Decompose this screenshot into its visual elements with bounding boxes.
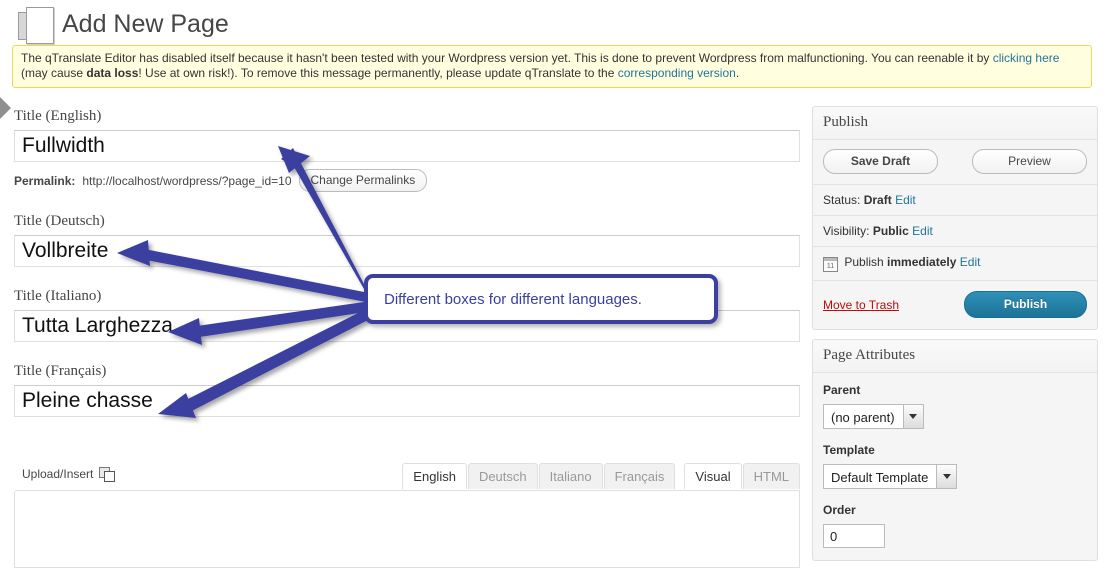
- tab-francais[interactable]: Français: [603, 463, 676, 489]
- notice-text-4: .: [735, 66, 740, 80]
- publish-metabox: Publish Save Draft Preview Status: Draft…: [812, 106, 1098, 330]
- content-editor-area[interactable]: [14, 490, 800, 568]
- editor-toolbar-row: Upload/Insert English Deutsch Italiano F…: [14, 463, 800, 491]
- chevron-down-icon: [936, 465, 957, 488]
- visibility-label: Visibility:: [823, 224, 870, 238]
- visibility-value: Public: [872, 224, 909, 238]
- tab-italiano[interactable]: Italiano: [538, 463, 603, 489]
- publish-metabox-heading: Publish: [813, 107, 1097, 140]
- publish-footer-row: Move to Trash Publish: [813, 281, 1097, 329]
- parent-select[interactable]: (no parent): [823, 404, 924, 429]
- page-attributes-body: Parent (no parent) Template Default Temp…: [813, 373, 1097, 560]
- visibility-edit-link[interactable]: Edit: [912, 224, 933, 238]
- title-label-francais: Title (Français): [14, 363, 107, 379]
- visibility-row: Visibility: Public Edit: [813, 216, 1097, 247]
- title-input-francais[interactable]: [14, 385, 800, 417]
- title-input-english[interactable]: [14, 130, 800, 162]
- calendar-icon: 11: [823, 257, 838, 272]
- parent-select-value: (no parent): [831, 410, 895, 425]
- template-select-value: Default Template: [831, 470, 929, 485]
- data-loss-emphasis: data loss: [86, 66, 139, 80]
- permalink-label: Permalink:: [14, 173, 76, 188]
- clicking-here-link[interactable]: clicking here: [993, 51, 1060, 65]
- page-attributes-heading: Page Attributes: [813, 340, 1097, 373]
- title-label-english: Title (English): [14, 108, 102, 124]
- schedule-value: immediately: [887, 255, 957, 269]
- chevron-down-icon: [902, 405, 923, 428]
- schedule-label: Publish: [844, 255, 884, 269]
- order-label: Order: [823, 503, 856, 517]
- sidebar-expand-arrow-icon[interactable]: [0, 97, 11, 119]
- tab-visual[interactable]: Visual: [684, 463, 742, 489]
- notice-text-1: The qTranslate Editor has disabled itsel…: [21, 51, 993, 65]
- notice-text-3: ! Use at own risk!). To remove this mess…: [138, 66, 618, 80]
- page-document-icon: [18, 6, 54, 44]
- preview-button[interactable]: Preview: [972, 149, 1087, 174]
- title-field-francais: Title (Français): [14, 363, 800, 417]
- tab-english[interactable]: English: [402, 463, 467, 489]
- page-header: Add New Page: [18, 6, 229, 44]
- editor-tabs: English Deutsch Italiano Français Visual…: [401, 463, 800, 489]
- qtranslate-warning-notice: The qTranslate Editor has disabled itsel…: [12, 45, 1092, 88]
- upload-insert-label: Upload/Insert: [22, 467, 94, 481]
- add-media-icon[interactable]: [99, 467, 116, 482]
- status-value: Draft: [863, 193, 892, 207]
- annotation-callout: Different boxes for different languages.: [364, 274, 718, 324]
- tab-html[interactable]: HTML: [742, 463, 800, 489]
- corresponding-version-link[interactable]: corresponding version: [618, 66, 736, 80]
- schedule-edit-link[interactable]: Edit: [960, 255, 981, 269]
- order-input[interactable]: [823, 524, 885, 548]
- template-label: Template: [823, 443, 875, 457]
- schedule-row: 11 Publish immediately Edit: [813, 247, 1097, 281]
- permalink-url: http://localhost/wordpress/?page_id=10: [82, 173, 292, 188]
- title-input-deutsch[interactable]: [14, 235, 800, 267]
- page-title: Add New Page: [62, 9, 229, 38]
- status-row: Status: Draft Edit: [813, 185, 1097, 216]
- wordpress-add-new-page-screen: Add New Page The qTranslate Editor has d…: [0, 0, 1109, 570]
- title-label-deutsch: Title (Deutsch): [14, 213, 105, 229]
- status-edit-link[interactable]: Edit: [895, 193, 916, 207]
- template-select[interactable]: Default Template: [823, 464, 958, 489]
- tab-deutsch[interactable]: Deutsch: [467, 463, 538, 489]
- annotation-callout-text: Different boxes for different languages.: [384, 290, 642, 308]
- page-attributes-metabox: Page Attributes Parent (no parent) Templ…: [812, 339, 1098, 561]
- status-label: Status:: [823, 193, 861, 207]
- change-permalinks-button[interactable]: Change Permalinks: [298, 169, 428, 192]
- save-draft-button[interactable]: Save Draft: [823, 149, 938, 174]
- permalink-row: Permalink: http://localhost/wordpress/?p…: [14, 169, 800, 192]
- upload-insert-control[interactable]: Upload/Insert: [22, 467, 116, 482]
- title-field-english: Title (English) Permalink: http://localh…: [14, 108, 800, 192]
- main-editor-column: Title (English) Permalink: http://localh…: [14, 108, 800, 417]
- move-to-trash-link[interactable]: Move to Trash: [823, 298, 899, 312]
- title-field-deutsch: Title (Deutsch): [14, 213, 800, 267]
- publish-button[interactable]: Publish: [964, 291, 1087, 318]
- notice-text-2: (may cause: [21, 66, 87, 80]
- publish-actions-row: Save Draft Preview: [813, 140, 1097, 185]
- parent-label: Parent: [823, 383, 861, 397]
